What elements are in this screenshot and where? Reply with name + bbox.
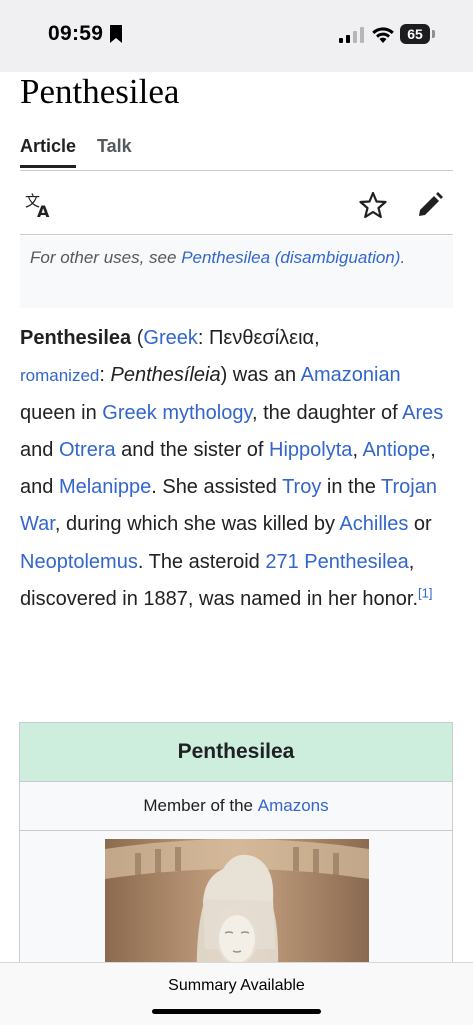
- cellular-signal-icon: [339, 27, 364, 43]
- link-antiope[interactable]: Antiope: [362, 439, 430, 461]
- subject-name: Penthesilea: [20, 327, 132, 349]
- star-icon[interactable]: [358, 190, 388, 220]
- infobox-subtitle: Member of the Amazons: [20, 782, 452, 831]
- link-otrera[interactable]: Otrera: [59, 439, 116, 461]
- text: in the: [321, 476, 382, 499]
- text: : Πενθεσίλεια,: [197, 327, 320, 349]
- summary-available-label: Summary Available: [168, 977, 305, 994]
- link-amazonian[interactable]: Amazonian: [301, 364, 401, 386]
- text: :: [99, 364, 111, 387]
- text: , during which she was killed by: [54, 513, 340, 536]
- home-indicator: [152, 1009, 321, 1014]
- clock: 09:59: [48, 22, 104, 45]
- link-ares[interactable]: Ares: [402, 402, 443, 424]
- disambiguation-link[interactable]: Penthesilea (disambiguation): [181, 248, 400, 267]
- text: , the daughter of: [251, 401, 403, 424]
- link-amazons[interactable]: Amazons: [258, 796, 329, 816]
- bookmark-icon: [110, 25, 122, 43]
- text: queen in: [20, 401, 103, 424]
- battery-indicator: 65: [400, 24, 430, 44]
- language-icon[interactable]: 文 A: [24, 190, 54, 220]
- text: ) was an: [220, 364, 301, 387]
- infobox: Penthesilea Member of the Amazons: [19, 722, 453, 982]
- link-asteroid[interactable]: 271 Penthesilea: [265, 551, 408, 573]
- statue-image[interactable]: [105, 839, 369, 982]
- text: . The asteroid: [137, 550, 266, 573]
- text: ,: [352, 438, 363, 461]
- hatnote-prefix: For other uses, see: [30, 248, 182, 267]
- reference-link[interactable]: [1]: [418, 585, 432, 600]
- text: . She assisted: [151, 476, 283, 499]
- battery-tip: [432, 30, 435, 38]
- infobox-subtitle-prefix: Member of the: [143, 796, 253, 815]
- edit-pencil-icon[interactable]: [415, 190, 445, 220]
- link-melanippe[interactable]: Melanippe: [59, 476, 151, 498]
- link-greek-mythology[interactable]: Greek mythology: [102, 402, 252, 424]
- page-title: Penthesilea: [20, 72, 180, 111]
- summary-bar[interactable]: Summary Available: [0, 962, 473, 1025]
- hatnote-suffix: .: [400, 248, 406, 267]
- link-hippolyta[interactable]: Hippolyta: [269, 439, 352, 461]
- link-troy[interactable]: Troy: [282, 476, 321, 498]
- link-greek[interactable]: Greek: [143, 327, 197, 349]
- link-neoptolemus[interactable]: Neoptolemus: [20, 551, 138, 573]
- hatnote: For other uses, see Penthesilea (disambi…: [20, 236, 453, 308]
- romanized-name: Penthesíleia: [110, 364, 221, 387]
- infobox-title: Penthesilea: [20, 723, 452, 782]
- article-tabs: Article Talk: [20, 136, 453, 171]
- text: and the sister of: [115, 438, 270, 461]
- battery-level: 65: [407, 26, 423, 42]
- link-romanized[interactable]: romanized: [20, 366, 99, 385]
- tab-article[interactable]: Article: [20, 136, 77, 168]
- wifi-icon: [372, 27, 394, 43]
- lead-paragraph: Penthesilea (Greek: Πενθεσίλεια, romanize…: [20, 320, 456, 618]
- link-achilles[interactable]: Achilles: [339, 513, 408, 535]
- status-bar: 09:59 65: [0, 0, 473, 72]
- tab-talk[interactable]: Talk: [97, 136, 132, 165]
- svg-text:A: A: [37, 202, 50, 220]
- text: (: [131, 327, 144, 349]
- page-actions-toolbar: 文 A: [20, 178, 453, 235]
- text: and: [20, 438, 59, 461]
- text: or: [408, 513, 432, 536]
